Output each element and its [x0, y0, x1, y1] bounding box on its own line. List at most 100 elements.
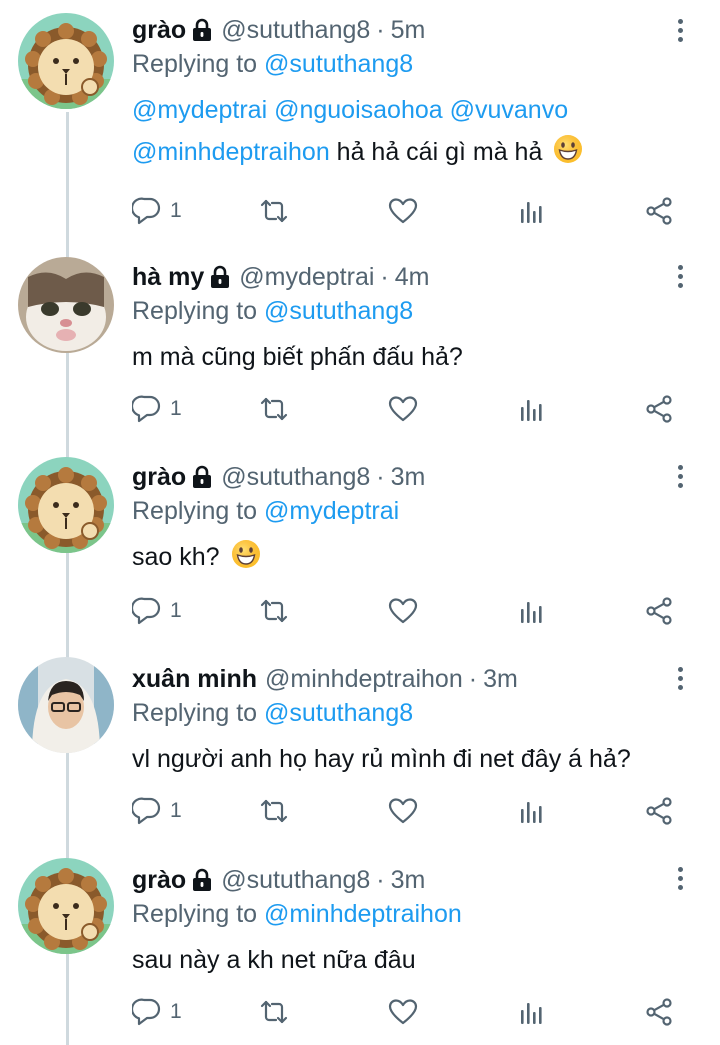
like-icon — [388, 196, 418, 226]
more-options-icon[interactable] — [670, 664, 690, 694]
lion-avatar-icon — [18, 858, 114, 954]
separator-dot: · — [376, 16, 385, 44]
reply-button[interactable]: 1 — [132, 794, 182, 828]
avatar[interactable] — [18, 457, 114, 553]
like-button[interactable] — [388, 194, 418, 228]
tweet-header: grào @sututhang8 · 3m — [132, 462, 664, 492]
more-options-icon[interactable] — [670, 462, 690, 492]
display-name[interactable]: hà my — [132, 262, 204, 292]
replying-to-mention[interactable]: @mydeptrai — [264, 497, 399, 525]
analytics-icon — [516, 997, 546, 1027]
retweet-button[interactable] — [259, 594, 289, 628]
reply-icon — [132, 394, 162, 424]
tweet[interactable]: grào @sututhang8 · 5m Replying to @sutut… — [0, 0, 720, 240]
analytics-icon — [516, 196, 546, 226]
reply-count: 1 — [170, 397, 182, 420]
lock-icon — [191, 18, 213, 42]
tweet-header: grào @sututhang8 · 5m — [132, 15, 664, 45]
timestamp[interactable]: 3m — [483, 664, 518, 694]
retweet-icon — [259, 997, 289, 1027]
tweet-body: vl người anh họ hay rủ mình đi net đây á… — [132, 745, 631, 773]
tweet-body: hả hả cái gì mà hả — [336, 138, 543, 166]
retweet-icon — [259, 196, 289, 226]
tweet[interactable]: xuân minh @minhdeptraihon · 3m Replying … — [0, 640, 720, 840]
more-options-icon[interactable] — [670, 16, 690, 46]
reply-button[interactable]: 1 — [132, 194, 182, 228]
reply-icon — [132, 796, 162, 826]
username[interactable]: @sututhang8 — [221, 865, 370, 895]
reply-button[interactable]: 1 — [132, 392, 182, 426]
tweet-actions: 1 — [132, 995, 692, 1029]
tweet-actions: 1 — [132, 194, 692, 228]
share-icon — [644, 997, 674, 1027]
timestamp[interactable]: 3m — [391, 865, 426, 895]
avatar[interactable] — [18, 13, 114, 109]
analytics-icon — [516, 596, 546, 626]
replying-to: Replying to @sututhang8 — [132, 296, 664, 326]
share-button[interactable] — [644, 594, 674, 628]
timestamp[interactable]: 4m — [395, 262, 430, 292]
like-icon — [388, 394, 418, 424]
replying-to-mention[interactable]: @sututhang8 — [264, 50, 413, 78]
retweet-button[interactable] — [259, 794, 289, 828]
retweet-button[interactable] — [259, 194, 289, 228]
lion-avatar-icon — [18, 457, 114, 553]
like-button[interactable] — [388, 594, 418, 628]
username[interactable]: @mydeptrai — [239, 262, 374, 292]
avatar[interactable] — [18, 858, 114, 954]
share-button[interactable] — [644, 794, 674, 828]
replying-to: Replying to @minhdeptraihon — [132, 899, 664, 929]
username[interactable]: @minhdeptraihon — [265, 664, 463, 694]
display-name[interactable]: xuân minh — [132, 664, 257, 694]
reply-icon — [132, 596, 162, 626]
retweet-button[interactable] — [259, 995, 289, 1029]
username[interactable]: @sututhang8 — [221, 15, 370, 45]
analytics-button[interactable] — [516, 594, 546, 628]
lock-icon — [191, 465, 213, 489]
tweet[interactable]: grào @sututhang8 · 3m Replying to @minhd… — [0, 840, 720, 1045]
like-button[interactable] — [388, 794, 418, 828]
like-button[interactable] — [388, 995, 418, 1029]
replying-to-mention[interactable]: @minhdeptraihon — [264, 900, 462, 928]
retweet-button[interactable] — [259, 392, 289, 426]
reply-button[interactable]: 1 — [132, 995, 182, 1029]
share-button[interactable] — [644, 995, 674, 1029]
more-options-icon[interactable] — [670, 262, 690, 292]
tweet-header: grào @sututhang8 · 3m — [132, 865, 664, 895]
like-icon — [388, 596, 418, 626]
tweet-text: @mydeptrai @nguoisaohoa @vuvanvo @minhde… — [132, 89, 664, 173]
tweet[interactable]: grào @sututhang8 · 3m Replying to @mydep… — [0, 440, 720, 640]
display-name[interactable]: grào — [132, 462, 186, 492]
like-button[interactable] — [388, 392, 418, 426]
tweet-text: sao kh? — [132, 536, 664, 578]
display-name[interactable]: grào — [132, 15, 186, 45]
timestamp[interactable]: 3m — [391, 462, 426, 492]
share-button[interactable] — [644, 392, 674, 426]
reply-count: 1 — [170, 599, 182, 622]
replying-label: Replying to — [132, 699, 258, 727]
analytics-button[interactable] — [516, 392, 546, 426]
reply-button[interactable]: 1 — [132, 594, 182, 628]
share-button[interactable] — [644, 194, 674, 228]
avatar[interactable] — [18, 657, 114, 753]
avatar[interactable] — [18, 257, 114, 353]
lock-icon — [209, 265, 231, 289]
share-icon — [644, 796, 674, 826]
replying-to-mention[interactable]: @sututhang8 — [264, 699, 413, 727]
replying-label: Replying to — [132, 297, 258, 325]
display-name[interactable]: grào — [132, 865, 186, 895]
tweet[interactable]: hà my @mydeptrai · 4m Replying to @sutut… — [0, 240, 720, 440]
grinning-face-emoji-icon — [231, 539, 261, 569]
reply-count: 1 — [170, 799, 182, 822]
replying-to-mention[interactable]: @sututhang8 — [264, 297, 413, 325]
username[interactable]: @sututhang8 — [221, 462, 370, 492]
analytics-button[interactable] — [516, 794, 546, 828]
analytics-button[interactable] — [516, 194, 546, 228]
tweet-text: vl người anh họ hay rủ mình đi net đây á… — [132, 738, 664, 780]
more-options-icon[interactable] — [670, 864, 690, 894]
analytics-button[interactable] — [516, 995, 546, 1029]
replying-to: Replying to @mydeptrai — [132, 496, 664, 526]
tweet-body: m mà cũng biết phấn đấu hả? — [132, 343, 463, 371]
timestamp[interactable]: 5m — [391, 15, 426, 45]
tweet-header: hà my @mydeptrai · 4m — [132, 262, 664, 292]
